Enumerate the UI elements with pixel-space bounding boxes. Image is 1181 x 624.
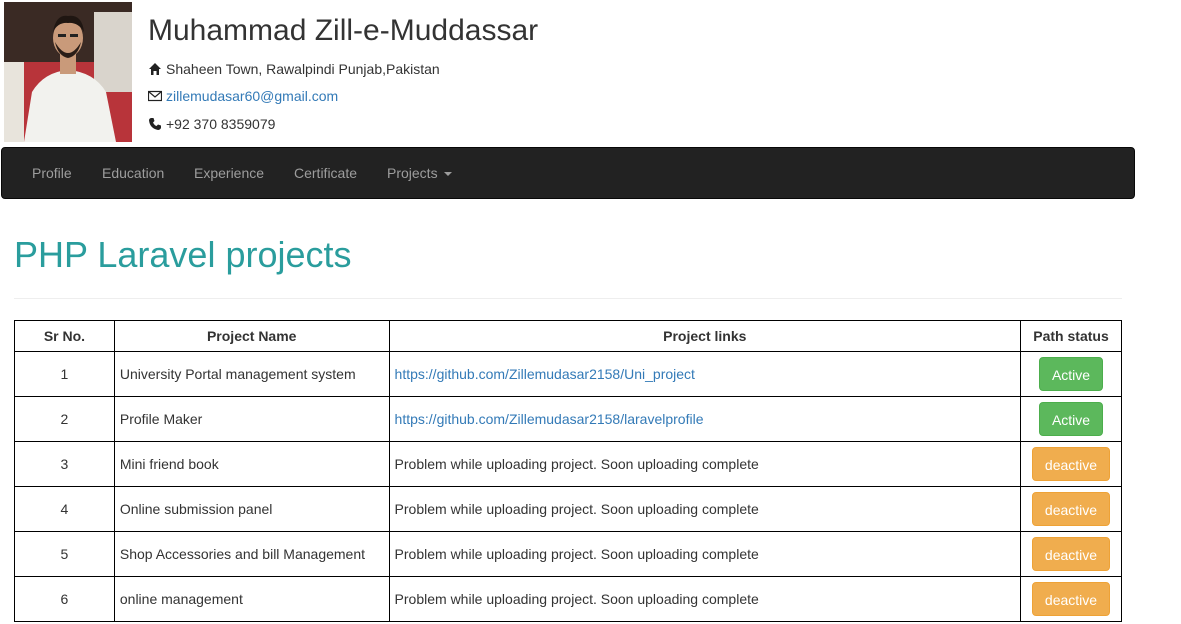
table-row: 2 Profile Maker https://github.com/Zille… xyxy=(14,396,1122,442)
table-row: 3 Mini friend book Problem while uploadi… xyxy=(14,441,1122,487)
project-link-cell: Problem while uploading project. Soon up… xyxy=(388,486,1022,532)
navbar: Profile Education Experience Certificate… xyxy=(1,147,1135,199)
projects-table: Sr No. Project Name Project links Path s… xyxy=(14,320,1122,622)
nav-projects-dropdown[interactable]: Projects xyxy=(387,148,452,198)
project-link[interactable]: https://github.com/Zillemudasar2158/lara… xyxy=(395,411,704,427)
address-line: Shaheen Town, Rawalpindi Punjab,Pakistan xyxy=(148,61,440,77)
project-link[interactable]: https://github.com/Zillemudasar2158/Uni_… xyxy=(395,366,695,382)
sr-cell: 2 xyxy=(14,396,115,442)
status-deactive-button[interactable]: deactive xyxy=(1031,447,1111,481)
table-header-row: Sr No. Project Name Project links Path s… xyxy=(14,320,1122,352)
phone-icon xyxy=(148,117,162,131)
page-heading: PHP Laravel projects xyxy=(14,234,352,275)
nav-certificate[interactable]: Certificate xyxy=(294,148,357,198)
status-cell: deactive xyxy=(1020,441,1122,487)
nav-experience[interactable]: Experience xyxy=(194,148,264,198)
address-text: Shaheen Town, Rawalpindi Punjab,Pakistan xyxy=(166,61,440,77)
status-cell: Active xyxy=(1020,396,1122,442)
status-cell: deactive xyxy=(1020,531,1122,577)
sr-cell: 4 xyxy=(14,486,115,532)
email-link[interactable]: zillemudasar60@gmail.com xyxy=(166,88,338,104)
profile-name: Muhammad Zill-e-Muddassar xyxy=(148,14,539,47)
project-name-cell: Online submission panel xyxy=(113,486,390,532)
project-name-cell: Shop Accessories and bill Management xyxy=(113,531,390,577)
envelope-icon xyxy=(147,89,163,103)
table-row: 5 Shop Accessories and bill Management P… xyxy=(14,531,1122,577)
sr-cell: 6 xyxy=(14,576,115,622)
status-cell: deactive xyxy=(1020,576,1122,622)
project-name-cell: University Portal management system xyxy=(113,351,390,397)
project-link-cell: https://github.com/Zillemudasar2158/lara… xyxy=(388,396,1022,442)
profile-photo xyxy=(4,2,132,142)
status-active-button[interactable]: Active xyxy=(1038,357,1104,391)
nav-education[interactable]: Education xyxy=(102,148,164,198)
status-deactive-button[interactable]: deactive xyxy=(1031,492,1111,526)
divider xyxy=(14,298,1122,299)
nav-profile[interactable]: Profile xyxy=(32,148,72,198)
project-link-cell: Problem while uploading project. Soon up… xyxy=(388,531,1022,577)
caret-down-icon xyxy=(443,172,452,177)
status-deactive-button[interactable]: deactive xyxy=(1031,582,1111,616)
col-header-sr: Sr No. xyxy=(14,320,115,352)
project-link-cell: Problem while uploading project. Soon up… xyxy=(388,576,1022,622)
email-line: zillemudasar60@gmail.com xyxy=(147,88,338,104)
phone-line: +92 370 8359079 xyxy=(148,116,275,132)
home-icon xyxy=(148,62,162,76)
status-cell: deactive xyxy=(1020,486,1122,532)
sr-cell: 1 xyxy=(14,351,115,397)
phone-text: +92 370 8359079 xyxy=(166,116,276,132)
table-row: 6 online management Problem while upload… xyxy=(14,576,1122,622)
table-row: 4 Online submission panel Problem while … xyxy=(14,486,1122,532)
sr-cell: 3 xyxy=(14,441,115,487)
col-header-project-name: Project Name xyxy=(113,320,390,352)
project-name-cell: Mini friend book xyxy=(113,441,390,487)
status-active-button[interactable]: Active xyxy=(1038,402,1104,436)
table-row: 1 University Portal management system ht… xyxy=(14,351,1122,397)
project-link-cell: https://github.com/Zillemudasar2158/Uni_… xyxy=(388,351,1022,397)
nav-projects-label: Projects xyxy=(387,165,438,181)
col-header-path-status: Path status xyxy=(1020,320,1122,352)
project-link-cell: Problem while uploading project. Soon up… xyxy=(388,441,1022,487)
project-name-cell: Profile Maker xyxy=(113,396,390,442)
sr-cell: 5 xyxy=(14,531,115,577)
status-deactive-button[interactable]: deactive xyxy=(1031,537,1111,571)
col-header-project-links: Project links xyxy=(388,320,1022,352)
status-cell: Active xyxy=(1020,351,1122,397)
project-name-cell: online management xyxy=(113,576,390,622)
